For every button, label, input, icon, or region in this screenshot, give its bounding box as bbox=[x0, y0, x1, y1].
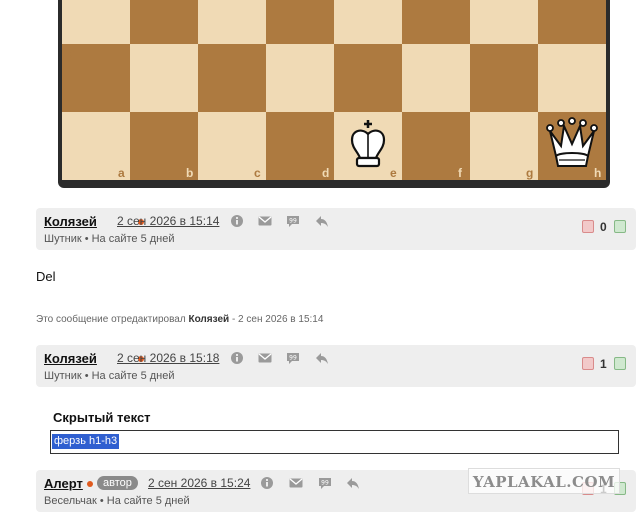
file-label-d: d bbox=[322, 166, 330, 180]
rank-label-1: 1 bbox=[68, 116, 75, 130]
white-king-piece[interactable] bbox=[338, 114, 398, 174]
square-e2 bbox=[334, 44, 402, 112]
square-g2 bbox=[470, 44, 538, 112]
square-b2 bbox=[130, 44, 198, 112]
svg-text:99: 99 bbox=[289, 218, 297, 225]
quote-icon[interactable]: 99 bbox=[286, 351, 300, 365]
square-d2 bbox=[266, 44, 334, 112]
edited-note-suffix: - 2 сен 2026 в 15:14 bbox=[231, 314, 324, 325]
author-meta: Шутник • На сайте 5 дней bbox=[44, 370, 175, 382]
hidden-text-box[interactable]: ферзь h1-h3 bbox=[50, 430, 619, 454]
author-meta: Весельчак • На сайте 5 дней bbox=[44, 495, 190, 507]
file-label-a: a bbox=[118, 166, 125, 180]
square-a3 bbox=[62, 0, 130, 44]
file-label-c: c bbox=[254, 166, 261, 180]
square-h3 bbox=[538, 0, 606, 44]
author-name[interactable]: Колязей bbox=[44, 214, 97, 229]
square-h2 bbox=[538, 44, 606, 112]
edited-note-editor: Колязей bbox=[188, 314, 230, 325]
square-f2 bbox=[402, 44, 470, 112]
file-label-b: b bbox=[186, 166, 194, 180]
file-label-f: f bbox=[458, 166, 462, 180]
online-status-dot bbox=[87, 481, 93, 487]
square-b3 bbox=[130, 0, 198, 44]
post-body: Del bbox=[36, 269, 56, 284]
quote-icon[interactable]: 99 bbox=[286, 214, 300, 228]
author-name[interactable]: Колязей bbox=[44, 351, 97, 366]
author-meta: Шутник • На сайте 5 дней bbox=[44, 233, 175, 245]
mail-icon[interactable] bbox=[258, 351, 272, 365]
post-date-link[interactable]: 2 сен 2026 в 15:18 bbox=[117, 351, 219, 365]
post-header: Колязей 2 сен 2026 в 15:14 Шутник • На с… bbox=[36, 208, 636, 250]
square-d3 bbox=[266, 0, 334, 44]
quote-icon[interactable]: 99 bbox=[318, 476, 332, 490]
white-queen-piece[interactable] bbox=[542, 114, 602, 174]
thumb-down-icon[interactable] bbox=[582, 220, 594, 233]
mail-icon[interactable] bbox=[289, 476, 303, 490]
svg-text:99: 99 bbox=[321, 480, 329, 487]
chess-board-frame: 21abcdefgh bbox=[58, 0, 610, 188]
thumb-up-icon[interactable] bbox=[614, 220, 626, 233]
hidden-text-label: Скрытый текст bbox=[53, 410, 151, 425]
author-name[interactable]: Алерт bbox=[44, 476, 83, 491]
reply-icon[interactable] bbox=[315, 214, 329, 228]
post-date-link[interactable]: 2 сен 2026 в 15:14 bbox=[117, 214, 219, 228]
info-icon[interactable] bbox=[230, 351, 244, 365]
edited-note-prefix: Это сообщение отредактировал bbox=[36, 314, 186, 325]
author-badge: автор bbox=[97, 476, 138, 490]
reply-icon[interactable] bbox=[315, 351, 329, 365]
square-f3 bbox=[402, 0, 470, 44]
square-c3 bbox=[198, 0, 266, 44]
hidden-text-content[interactable]: ферзь h1-h3 bbox=[52, 434, 120, 449]
vote-count: 1 bbox=[600, 357, 607, 371]
square-g3 bbox=[470, 0, 538, 44]
svg-text:99: 99 bbox=[289, 355, 297, 362]
edited-note: Это сообщение отредактировал Колязей - 2… bbox=[36, 314, 323, 325]
rank-label-2: 2 bbox=[68, 48, 75, 62]
thumb-down-icon[interactable] bbox=[582, 357, 594, 370]
reply-icon[interactable] bbox=[346, 476, 360, 490]
post-date-link[interactable]: 2 сен 2026 в 15:24 bbox=[148, 476, 250, 490]
info-icon[interactable] bbox=[230, 214, 244, 228]
mail-icon[interactable] bbox=[258, 214, 272, 228]
info-icon[interactable] bbox=[260, 476, 274, 490]
thumb-up-icon[interactable] bbox=[614, 357, 626, 370]
site-watermark: YAPLAKAL.COM bbox=[468, 468, 620, 494]
chess-board: 21abcdefgh bbox=[62, 0, 606, 184]
vote-count: 0 bbox=[600, 220, 607, 234]
square-c2 bbox=[198, 44, 266, 112]
file-label-g: g bbox=[526, 166, 534, 180]
post-header: Колязей 2 сен 2026 в 15:18 Шутник • На с… bbox=[36, 345, 636, 387]
square-e3 bbox=[334, 0, 402, 44]
